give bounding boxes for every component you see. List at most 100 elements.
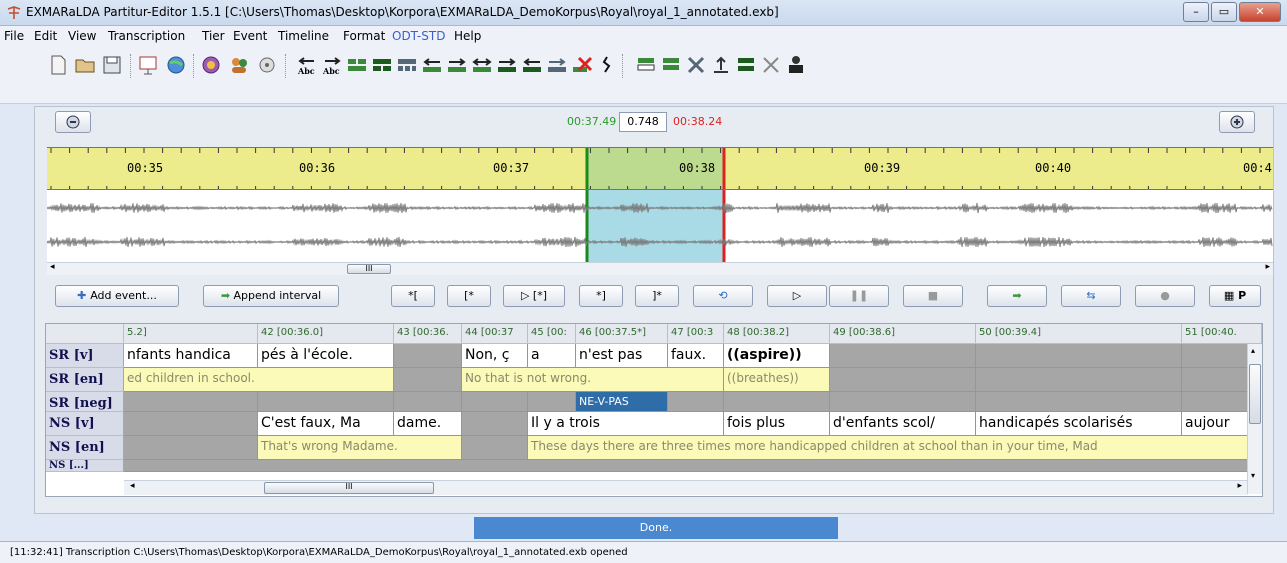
selection-duration[interactable]: 0.748	[619, 112, 667, 132]
menu-format[interactable]: Format	[343, 29, 385, 43]
empty-cell[interactable]	[124, 412, 258, 436]
empty-cell[interactable]	[258, 392, 394, 412]
empty-cell[interactable]	[124, 460, 1248, 472]
column-header[interactable]: 43 [00:36.	[394, 324, 462, 344]
append-interval-button[interactable]: ➡ Append interval	[203, 285, 339, 307]
translation-cell[interactable]: ((breathes))	[724, 368, 830, 392]
menu-tier[interactable]: Tier	[202, 29, 225, 43]
waveform-scrollbar[interactable]: ◂ III ▸	[47, 262, 1273, 275]
column-header[interactable]: 51 [00:40.	[1182, 324, 1262, 344]
empty-cell[interactable]	[462, 412, 528, 436]
scroll-thumb[interactable]: III	[347, 264, 391, 274]
event-cell[interactable]: aujour	[1182, 412, 1248, 436]
empty-cell[interactable]	[124, 436, 258, 460]
split-icon[interactable]	[371, 54, 393, 76]
maximize-icon[interactable]: ▭	[1211, 2, 1237, 22]
new-file-icon[interactable]	[47, 54, 69, 76]
empty-cell[interactable]	[394, 392, 462, 412]
next-button[interactable]: ➡	[987, 285, 1047, 307]
scroll-thumb[interactable]: III	[264, 482, 434, 494]
start-after-button[interactable]: [*	[447, 285, 491, 307]
empty-cell[interactable]	[668, 392, 724, 412]
empty-cell[interactable]	[830, 368, 976, 392]
menu-edit[interactable]: Edit	[34, 29, 57, 43]
shift-left-icon[interactable]: Abc	[296, 54, 318, 76]
event-cell[interactable]: d'enfants scol/	[830, 412, 976, 436]
scroll-down-icon[interactable]: ▾	[1251, 471, 1255, 480]
empty-cell[interactable]	[1182, 344, 1248, 368]
translation-cell[interactable]: ed children in school.	[124, 368, 394, 392]
audio-waveform[interactable]	[47, 190, 1273, 262]
event-cell[interactable]: dame.	[394, 412, 462, 436]
scroll-thumb[interactable]	[1249, 364, 1261, 424]
empty-cell[interactable]	[1182, 368, 1248, 392]
insert-tier-icon[interactable]	[635, 54, 657, 76]
split-three-icon[interactable]	[396, 54, 418, 76]
break-icon[interactable]	[596, 54, 618, 76]
grid-horizontal-scrollbar[interactable]: ◂ III ▸	[124, 480, 1248, 495]
delete-event-icon[interactable]	[571, 54, 593, 76]
pause-button[interactable]: ❚❚	[829, 285, 889, 307]
speakers-icon[interactable]	[228, 54, 250, 76]
scroll-left-icon[interactable]: ◂	[50, 262, 55, 272]
move-tier-icon[interactable]	[660, 54, 682, 76]
scroll-up-icon[interactable]: ▴	[1251, 346, 1255, 355]
extend-left-icon[interactable]	[521, 54, 543, 76]
tier-label-sr-neg[interactable]: SR [neg]	[46, 392, 124, 412]
record-button[interactable]: ●	[1135, 285, 1195, 307]
zoom-out-button[interactable]	[55, 111, 91, 133]
column-header[interactable]: 49 [00:38.6]	[830, 324, 976, 344]
join-icon[interactable]	[471, 54, 493, 76]
move-left-icon[interactable]	[421, 54, 443, 76]
menu-odt-std[interactable]: ODT-STD	[392, 29, 445, 43]
scroll-left-icon[interactable]: ◂	[130, 481, 135, 491]
tier-label-ns-en[interactable]: NS [en]	[46, 436, 124, 460]
play-button[interactable]: ▷	[767, 285, 827, 307]
event-cell[interactable]: Il y a trois	[528, 412, 724, 436]
event-cell[interactable]: faux.	[668, 344, 724, 368]
empty-cell[interactable]	[976, 344, 1182, 368]
empty-cell[interactable]	[830, 344, 976, 368]
info-icon[interactable]	[200, 54, 222, 76]
empty-cell[interactable]	[724, 392, 830, 412]
zoom-in-button[interactable]	[1219, 111, 1255, 133]
column-header[interactable]: 45 [00:	[528, 324, 576, 344]
empty-cell[interactable]	[462, 392, 528, 412]
tier-up-icon[interactable]	[710, 54, 732, 76]
tier-label-ns-v[interactable]: NS [v]	[46, 412, 124, 436]
presentation-icon[interactable]	[137, 54, 159, 76]
grid-vertical-scrollbar[interactable]: ▴ ▾	[1247, 344, 1262, 494]
tier-label-ns-more[interactable]: NS [...]	[46, 460, 124, 472]
web-icon[interactable]	[165, 54, 187, 76]
event-cell[interactable]: handicapés scolarisés	[976, 412, 1182, 436]
column-header[interactable]: 48 [00:38.2]	[724, 324, 830, 344]
translation-cell[interactable]: That's wrong Madame.	[258, 436, 462, 460]
event-cell[interactable]: fois plus	[724, 412, 830, 436]
tier-label-sr-v[interactable]: SR [v]	[46, 344, 124, 368]
empty-cell[interactable]	[124, 392, 258, 412]
event-cell[interactable]: Non, ç	[462, 344, 528, 368]
stop-button[interactable]: ■	[903, 285, 963, 307]
extend-right-icon[interactable]	[496, 54, 518, 76]
menu-timeline[interactable]: Timeline	[278, 29, 329, 43]
scroll-right-icon[interactable]: ▸	[1237, 481, 1242, 491]
shift-right-icon[interactable]: Abc	[321, 54, 343, 76]
recording-icon[interactable]	[256, 54, 278, 76]
empty-cell[interactable]	[394, 368, 462, 392]
menu-view[interactable]: View	[68, 29, 96, 43]
empty-cell[interactable]	[1182, 392, 1248, 412]
speaker-table-icon[interactable]	[785, 54, 807, 76]
translation-cell[interactable]: These days there are three times more ha…	[528, 436, 1248, 460]
tier-props-icon[interactable]	[760, 54, 782, 76]
shrink-icon[interactable]	[546, 54, 568, 76]
menu-help[interactable]: Help	[454, 29, 481, 43]
empty-cell[interactable]	[462, 436, 528, 460]
menu-transcription[interactable]: Transcription	[108, 29, 185, 43]
menu-event[interactable]: Event	[233, 29, 267, 43]
menu-file[interactable]: File	[4, 29, 24, 43]
column-header[interactable]: 5.2]	[124, 324, 258, 344]
empty-cell[interactable]	[976, 392, 1182, 412]
event-cell[interactable]: nfants handica	[124, 344, 258, 368]
event-cell[interactable]: n'est pas	[576, 344, 668, 368]
column-header[interactable]: 46 [00:37.5*]	[576, 324, 668, 344]
